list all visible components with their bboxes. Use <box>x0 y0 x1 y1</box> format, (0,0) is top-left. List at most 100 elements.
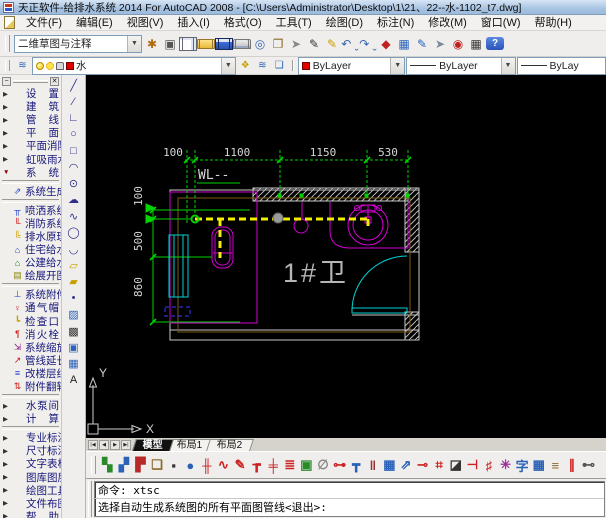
gen-plan-icon[interactable]: ▚ <box>99 455 116 475</box>
tab-nav-button[interactable]: |◀ <box>88 440 98 450</box>
pencil-icon[interactable]: ✎ <box>305 34 323 53</box>
faucet-icon[interactable]: ┳ <box>348 455 365 475</box>
toolbar-grip[interactable] <box>5 60 10 72</box>
chevron-down-icon[interactable]: ▼ <box>127 36 141 52</box>
water-meter-icon[interactable]: ⊣ <box>464 455 481 475</box>
layer-states-icon[interactable]: ❏ <box>271 58 288 73</box>
sidebar-item-accessory-flip[interactable]: ⇅ 附件翻转 <box>0 380 61 393</box>
tab-model[interactable]: 模型 <box>132 439 174 451</box>
tz-frame-icon[interactable]: ▦ <box>395 34 413 53</box>
sidebar-group-plan[interactable]: ▶ 平面 <box>0 126 61 139</box>
pipe-connect-icon[interactable]: ∥ <box>564 455 581 475</box>
flex-pipe-icon[interactable]: ∿ <box>215 455 232 475</box>
zoom-box-icon[interactable]: ▣ <box>298 455 315 475</box>
menu-dimension[interactable]: 标注(N) <box>370 15 421 31</box>
construction-line-icon[interactable]: ⁄ <box>64 93 84 109</box>
tee-pipe-icon[interactable]: ┲ <box>248 455 265 475</box>
break-pipe-icon[interactable]: ⊸ <box>414 455 431 475</box>
ellipse-arc-icon[interactable]: ◡ <box>64 241 84 257</box>
multi-line-icon[interactable]: ≣ <box>282 455 299 475</box>
sidebar-item-residential-supply[interactable]: ⌂ 住宅给水 <box>0 243 61 256</box>
solid-fill-icon[interactable]: ◪ <box>447 455 464 475</box>
sidebar-item-draw-expanded[interactable]: ▤ 绘展开图 <box>0 269 61 282</box>
sidebar-group-size-dimension[interactable]: ▶ 尺寸标注 <box>0 444 61 457</box>
sheet-set-icon[interactable]: ❏ <box>149 455 166 475</box>
sidebar-item-fire-system[interactable]: ╙ 消防系统 <box>0 217 61 230</box>
linetype-combo[interactable]: ByLayer ▼ <box>406 57 515 75</box>
sidebar-item-vent-cap[interactable]: ♀ 通气帽 <box>0 301 61 314</box>
tz-stamp-icon[interactable]: ◉ <box>449 34 467 53</box>
menu-draw[interactable]: 绘图(D) <box>319 15 370 31</box>
make-layer-current-icon[interactable]: ❖ <box>237 58 254 73</box>
point-icon[interactable]: • <box>64 290 84 306</box>
sidebar-item-public-supply[interactable]: ⌂ 公建给水 <box>0 256 61 269</box>
sidebar-item-inspection-port[interactable]: ┗ 检查口 <box>0 315 61 328</box>
table-tool-icon[interactable]: ▦ <box>381 455 398 475</box>
erase-pipe-icon[interactable]: ∅ <box>315 455 332 475</box>
sidebar-group-library-layer[interactable]: ▶ 图库图层 <box>0 471 61 484</box>
color-combo[interactable]: ByLayer ▼ <box>298 57 405 75</box>
fixtures-icon[interactable]: ✳ <box>497 455 514 475</box>
transmit-icon[interactable]: ➤ <box>287 34 305 53</box>
drawing-canvas[interactable]: 100 1100 1150 530 100 500 860 WL-- 1#卫 <box>86 75 606 438</box>
mark-pipe-icon[interactable]: ✎ <box>232 455 249 475</box>
sidebar-group-pro-dimension[interactable]: ▶ 专业标注 <box>0 431 61 444</box>
menu-view[interactable]: 视图(V) <box>120 15 171 31</box>
sidebar-item-edit-floor-line[interactable]: ≡ 改楼层线 <box>0 367 61 380</box>
sidebar-item-drainage-schematic[interactable]: ╚ 排水原理 <box>0 230 61 243</box>
sidebar-group-pump-room[interactable]: ▶ 水泵间 <box>0 399 61 412</box>
sidebar-item-system-accessory[interactable]: ⊥ 系统附件 <box>0 288 61 301</box>
help-icon[interactable]: ? <box>486 37 504 50</box>
circle-icon[interactable]: ⊙ <box>64 175 84 191</box>
menu-file[interactable]: 文件(F) <box>19 15 69 31</box>
menu-modify[interactable]: 修改(M) <box>421 15 474 31</box>
menu-window[interactable]: 窗口(W) <box>474 15 528 31</box>
layers-stack-icon[interactable]: ≋ <box>14 58 31 73</box>
polygon-icon[interactable]: ○ <box>64 126 84 142</box>
layer-previous-icon[interactable]: ≋ <box>254 58 271 73</box>
inline-valve-icon[interactable]: ⊷ <box>580 455 597 475</box>
sidebar-group-plan-fire[interactable]: ▶ 平面消防 <box>0 139 61 152</box>
command-grip[interactable] <box>88 481 92 517</box>
minimize-icon[interactable]: − <box>2 77 11 86</box>
sidebar-group-settings[interactable]: ▶ 设置 <box>0 87 61 100</box>
tz-doc-edit-icon[interactable]: ✎ <box>413 34 431 53</box>
riser-icon[interactable]: ‖ <box>365 455 382 475</box>
revision-cloud-icon[interactable]: ☁ <box>64 192 84 208</box>
ellipse-icon[interactable]: ◯ <box>64 225 84 241</box>
workspace-gear-icon[interactable]: ✱ <box>143 34 161 53</box>
undo-icon[interactable]: ↶ ˬ <box>341 34 359 53</box>
menu-help[interactable]: 帮助(H) <box>528 15 579 31</box>
save-drawing-icon[interactable]: ▪ <box>165 455 182 475</box>
double-pipe-icon[interactable]: ♯ <box>481 455 498 475</box>
menu-edit[interactable]: 编辑(E) <box>69 15 120 31</box>
sidebar-group-siphon-rain[interactable]: ▶ 虹吸雨水 <box>0 152 61 165</box>
save-icon[interactable] <box>215 38 233 50</box>
check-drawing-icon[interactable]: ≡ <box>547 455 564 475</box>
door-pipe-icon[interactable]: ╫ <box>199 455 216 475</box>
copy-sheet-icon[interactable]: ▛ <box>132 455 149 475</box>
gradient-icon[interactable]: ▩ <box>64 323 84 339</box>
polyline-icon[interactable]: ∟ <box>64 110 84 126</box>
calculator-icon[interactable]: ▦ <box>467 34 485 53</box>
tab-nav-button[interactable]: ▶| <box>121 440 131 450</box>
chevron-down-icon[interactable]: ▼ <box>501 58 515 74</box>
table-icon[interactable]: ▦ <box>64 356 84 372</box>
sidebar-group-help[interactable]: ▶ 帮助 <box>0 510 61 518</box>
toolbar-grip[interactable] <box>91 456 96 474</box>
insert-block-icon[interactable]: ▱ <box>64 257 84 273</box>
sidebar-group-system[interactable]: ▼ 系统 <box>0 166 61 179</box>
match-properties-icon[interactable]: ✎ <box>323 34 341 53</box>
sidebar-group-draw-tools[interactable]: ▶ 绘图工具 <box>0 484 61 497</box>
tab-layout2[interactable]: 布局2 <box>206 439 253 451</box>
hatch-icon[interactable]: ▨ <box>64 306 84 322</box>
sidebar-drag-handle[interactable] <box>13 80 48 83</box>
command-input-line[interactable]: 选择自动生成系统图的所有平面图管线<退出>: <box>95 499 604 516</box>
layer-combo[interactable]: 水 ▼ <box>32 57 236 75</box>
region-icon[interactable]: ▣ <box>64 339 84 355</box>
text-style-icon[interactable]: 字 <box>514 455 531 475</box>
workspace-combo[interactable]: 二维草图与注释 ▼ <box>14 35 142 53</box>
new-file-icon[interactable] <box>179 37 197 51</box>
tz-send-icon[interactable]: ➤ <box>431 34 449 53</box>
toolbar-grip[interactable] <box>5 35 10 53</box>
